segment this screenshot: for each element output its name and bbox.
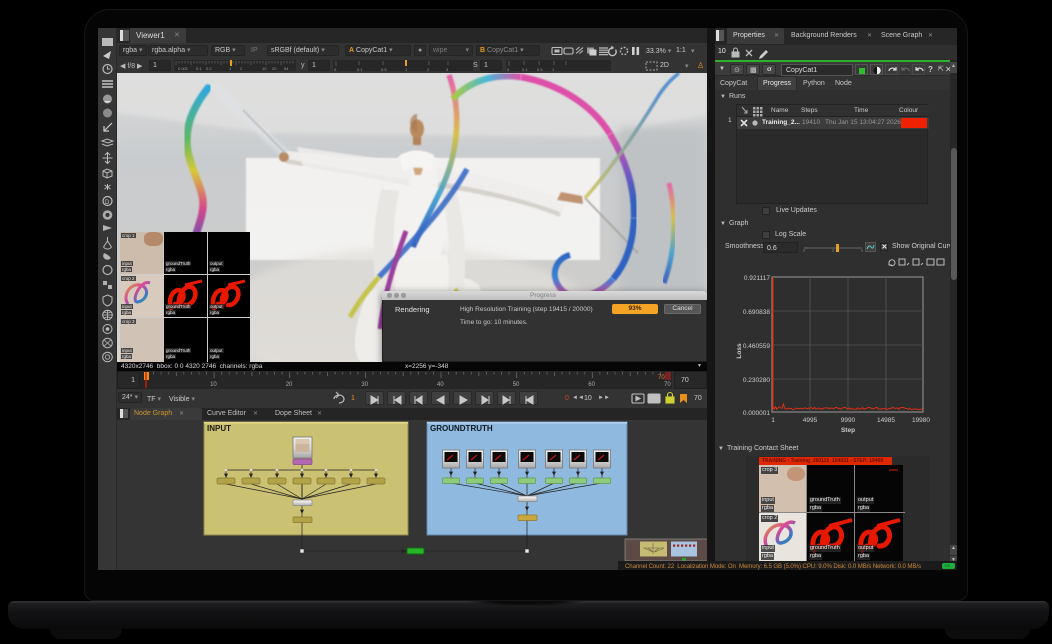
- svg-text:D: D: [105, 200, 110, 206]
- svg-text:70: 70: [664, 382, 671, 388]
- svg-text:0.2: 0.2: [206, 66, 212, 71]
- svg-text:Step: Step: [841, 427, 855, 434]
- svg-text:0.5: 0.5: [537, 67, 543, 72]
- svg-text:40: 40: [437, 382, 444, 388]
- svg-text:0.1: 0.1: [196, 66, 202, 71]
- svg-text:0.1: 0.1: [522, 67, 528, 72]
- svg-text:20: 20: [286, 382, 293, 388]
- svg-text:0.1: 0.1: [357, 67, 363, 72]
- svg-text:0.460559: 0.460559: [743, 343, 770, 350]
- svg-text:0.000001: 0.000001: [743, 410, 770, 417]
- svg-text:Loss: Loss: [736, 343, 743, 359]
- svg-text:4995: 4995: [803, 417, 818, 424]
- svg-text:30: 30: [361, 382, 368, 388]
- svg-text:19980: 19980: [912, 417, 930, 424]
- svg-text:0.690838: 0.690838: [743, 309, 770, 316]
- svg-text:10: 10: [210, 382, 217, 388]
- svg-text:0.230280: 0.230280: [743, 377, 770, 384]
- svg-text:60: 60: [588, 382, 595, 388]
- svg-text:20: 20: [272, 66, 277, 71]
- svg-text:70: 70: [658, 375, 665, 381]
- svg-text:50: 50: [513, 382, 520, 388]
- svg-text:64: 64: [284, 66, 289, 71]
- svg-text:0.921117: 0.921117: [744, 275, 771, 282]
- svg-text:0.001: 0.001: [178, 66, 189, 71]
- svg-text:GROUNDTRUTH: GROUNDTRUTH: [430, 424, 493, 433]
- svg-text:10: 10: [262, 66, 267, 71]
- svg-text:9990: 9990: [841, 417, 856, 424]
- svg-text:1: 1: [771, 417, 775, 424]
- svg-text:INPUT: INPUT: [207, 424, 231, 433]
- svg-text:0.5: 0.5: [381, 67, 387, 72]
- svg-text:14985: 14985: [877, 417, 895, 424]
